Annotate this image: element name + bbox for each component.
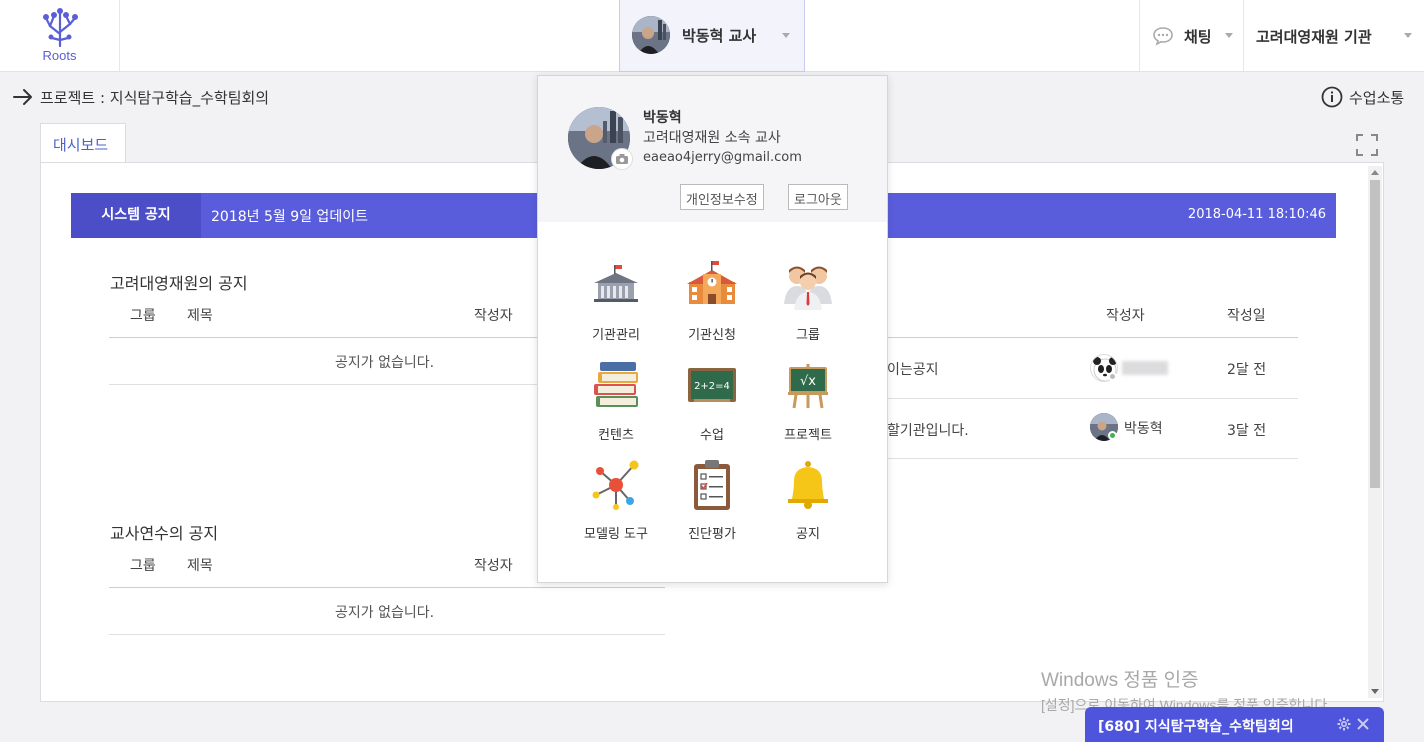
profile-dropdown-menu: 박동혁 고려대영재원 소속 교사 eaeao4jerry@gmail.com 개… xyxy=(537,75,888,583)
section-title: 교사연수의 공지 xyxy=(110,524,219,543)
menu-project[interactable]: √x 프로젝트 xyxy=(760,360,856,448)
table-row-divider xyxy=(109,634,665,635)
chat-window-title: [680] 지식탐구학습_수학팀회의 xyxy=(1098,719,1294,735)
column-header-date: 작성일 xyxy=(1227,308,1266,324)
svg-text:2+2=4: 2+2=4 xyxy=(694,381,730,392)
column-header-group: 그룹 xyxy=(130,558,156,574)
fullscreen-icon[interactable] xyxy=(1356,134,1378,156)
tree-logo-icon xyxy=(43,8,78,48)
logo-text: Roots xyxy=(42,48,77,63)
chat-label: 채팅 xyxy=(1184,28,1212,46)
menu-group[interactable]: 그룹 xyxy=(760,260,856,348)
menu-diagnostic-assessment[interactable]: 진단평가 xyxy=(664,459,760,547)
system-notice-label: 시스템 공지 xyxy=(71,193,201,238)
table-row-divider xyxy=(887,398,1298,399)
menu-modeling-tool[interactable]: 모델링 도구 xyxy=(568,459,664,547)
breadcrumb-text: 프로젝트 : 지식탐구학습_수학팀회의 xyxy=(40,89,270,107)
logout-button[interactable]: 로그아웃 xyxy=(788,184,848,210)
chevron-down-icon xyxy=(1225,33,1233,38)
molecule-network-icon xyxy=(592,460,639,510)
user-photo-icon xyxy=(632,16,670,54)
user-menu-label: 박동혁 교사 xyxy=(682,27,757,45)
edit-profile-button[interactable]: 개인정보수정 xyxy=(680,184,764,210)
scrollbar-thumb[interactable] xyxy=(1370,180,1380,488)
institution-building-icon xyxy=(594,265,638,302)
profile-role: 고려대영재원 소속 교사 xyxy=(643,130,781,146)
svg-text:√x: √x xyxy=(800,374,816,389)
class-communication-label: 수업소통 xyxy=(1349,89,1405,107)
organization-label: 고려대영재원 기관 xyxy=(1256,28,1372,46)
redacted-author-name xyxy=(1122,361,1168,375)
table-header-divider xyxy=(109,337,538,338)
gear-icon[interactable] xyxy=(1337,717,1351,731)
clipboard-checklist-icon xyxy=(694,460,730,510)
column-header-author: 작성자 xyxy=(474,308,513,324)
notice-date: 2달 전 xyxy=(1227,362,1267,378)
notice-title-fragment[interactable]: 이는공지 xyxy=(887,359,939,379)
chat-bubble-icon xyxy=(1153,27,1173,46)
menu-label: 기관관리 xyxy=(592,328,640,343)
tab-dashboard[interactable]: 대시보드 xyxy=(40,123,126,163)
menu-notice[interactable]: 공지 xyxy=(760,459,856,547)
menu-label: 진단평가 xyxy=(688,527,736,542)
system-notice-message: 2018년 5월 9일 업데이트 xyxy=(211,209,368,225)
bell-icon xyxy=(788,461,828,509)
top-navigation-bar: Roots 박동혁 교사 채팅 고려대영재원 기관 xyxy=(0,0,1424,72)
menu-class[interactable]: 2+2=4 수업 xyxy=(664,360,760,448)
watermark-title: Windows 정품 인증 xyxy=(1041,670,1199,691)
menu-label: 컨텐츠 xyxy=(598,428,634,443)
chat-menu-button[interactable]: 채팅 xyxy=(1139,0,1243,71)
profile-header: 박동혁 고려대영재원 소속 교사 eaeao4jerry@gmail.com 개… xyxy=(538,76,887,222)
section-title: 고려대영재원의 공지 xyxy=(110,274,248,293)
profile-name: 박동혁 xyxy=(643,110,682,126)
column-header-author: 작성자 xyxy=(1106,308,1145,324)
user-avatar xyxy=(632,16,670,54)
table-row-divider xyxy=(887,458,1298,459)
scroll-down-icon[interactable] xyxy=(1371,689,1379,694)
chevron-down-icon xyxy=(782,33,790,38)
school-building-icon xyxy=(687,261,737,304)
close-icon[interactable] xyxy=(1357,718,1369,730)
info-icon xyxy=(1321,86,1343,108)
empty-notice-message: 공지가 없습니다. xyxy=(335,605,435,621)
menu-institution-management[interactable]: 기관관리 xyxy=(568,260,664,348)
column-header-title: 제목 xyxy=(187,308,213,324)
empty-notice-message: 공지가 없습니다. xyxy=(335,355,435,371)
online-status-dot xyxy=(1108,431,1117,440)
column-header-author: 작성자 xyxy=(474,558,513,574)
chat-window-bar[interactable]: [680] 지식탐구학습_수학팀회의 xyxy=(1085,707,1384,742)
vertical-scrollbar[interactable] xyxy=(1368,166,1382,698)
notice-author: 박동혁 xyxy=(1124,421,1163,437)
chalkboard-icon: 2+2=4 xyxy=(688,368,736,402)
menu-label: 공지 xyxy=(796,527,820,542)
menu-institution-application[interactable]: 기관신청 xyxy=(664,260,760,348)
menu-label: 모델링 도구 xyxy=(584,527,648,542)
organization-selector[interactable]: 고려대영재원 기관 xyxy=(1243,0,1424,71)
menu-label: 수업 xyxy=(700,428,724,443)
system-notice-timestamp: 2018-04-11 18:10:46 xyxy=(1187,207,1326,222)
menu-label: 그룹 xyxy=(796,328,820,343)
column-header-title: 제목 xyxy=(187,558,213,574)
camera-icon[interactable] xyxy=(611,148,633,170)
table-header-divider xyxy=(887,337,1298,338)
camera-glyph xyxy=(616,154,628,164)
profile-email: eaeao4jerry@gmail.com xyxy=(643,150,802,165)
scroll-up-icon[interactable] xyxy=(1371,170,1379,175)
table-header-divider xyxy=(109,587,665,588)
offline-status-dot xyxy=(1108,372,1117,381)
column-header-group: 그룹 xyxy=(130,308,156,324)
menu-contents[interactable]: 컨텐츠 xyxy=(568,360,664,448)
math-easel-icon: √x xyxy=(788,364,828,409)
notice-title-fragment[interactable]: 할기관입니다. xyxy=(887,420,969,440)
chevron-down-icon xyxy=(1404,33,1412,38)
books-stack-icon xyxy=(594,362,638,407)
menu-label: 기관신청 xyxy=(688,328,736,343)
arrow-right-icon[interactable] xyxy=(12,87,34,107)
menu-label: 프로젝트 xyxy=(784,428,832,443)
notice-date: 3달 전 xyxy=(1227,423,1267,439)
table-row-divider xyxy=(109,384,538,385)
group-people-icon xyxy=(784,266,832,310)
roots-logo[interactable]: Roots xyxy=(0,0,120,71)
user-menu-button[interactable]: 박동혁 교사 xyxy=(619,0,805,72)
